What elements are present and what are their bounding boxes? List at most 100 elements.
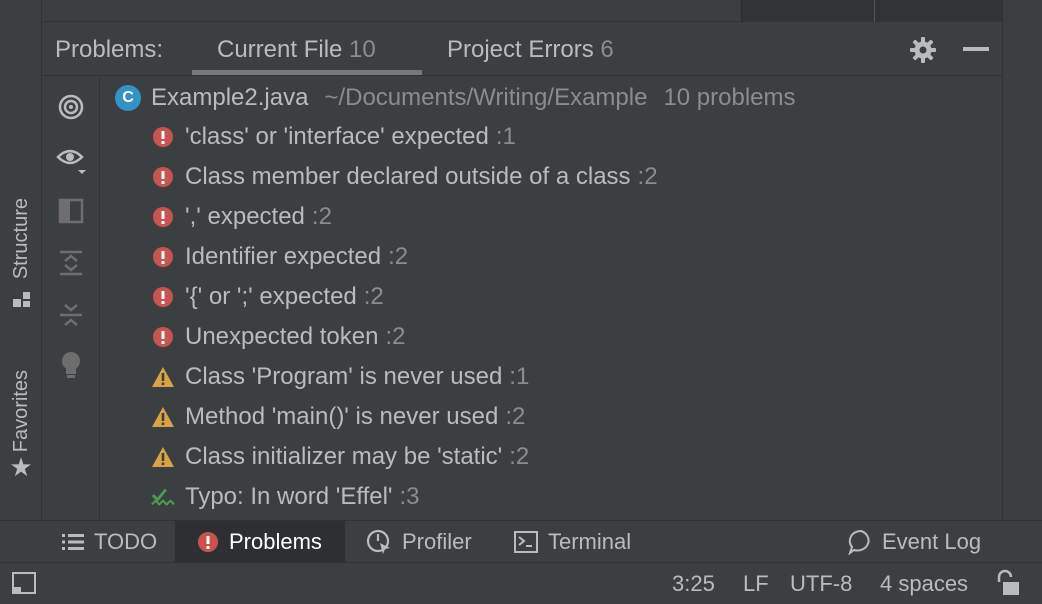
problem-message: Identifier expected: [185, 243, 382, 270]
java-class-icon: C: [115, 85, 141, 111]
error-icon: [151, 325, 175, 349]
event-log-label: Event Log: [882, 528, 982, 554]
problem-message: Unexpected token: [185, 323, 379, 350]
list-icon: [62, 533, 84, 551]
problem-row[interactable]: '{' or ';' expected:2: [151, 277, 384, 317]
problems-title: Problems:: [55, 36, 164, 63]
problem-line-number: :2: [388, 243, 409, 270]
error-icon: [151, 285, 175, 309]
problem-line-number: :2: [363, 283, 384, 310]
structure-tab-label: Structure: [9, 198, 32, 280]
view-options-button[interactable]: [55, 143, 87, 175]
structure-icon: [11, 289, 31, 309]
terminal-label: Terminal: [548, 528, 632, 554]
minimize-icon[interactable]: [963, 47, 989, 51]
target-icon: [58, 94, 84, 120]
problem-message: Class initializer may be 'static': [185, 443, 503, 470]
quick-fix-button[interactable]: [55, 349, 87, 381]
file-problem-count: 10 problems: [663, 84, 796, 111]
editor-top-area: [43, 0, 1002, 22]
error-icon: [197, 531, 219, 553]
file-path: ~/Documents/Writing/Example: [324, 84, 648, 111]
problem-line-number: :2: [637, 163, 658, 190]
active-tab-underline: [192, 70, 422, 75]
problem-row[interactable]: ',' expected:2: [151, 197, 332, 237]
problem-message: ',' expected: [185, 203, 305, 230]
problem-line-number: :2: [509, 443, 530, 470]
problem-row[interactable]: Class initializer may be 'static':2: [151, 437, 529, 477]
todo-label: TODO: [94, 528, 158, 554]
problem-row[interactable]: Class member declared outside of a class…: [151, 157, 658, 197]
caret-position[interactable]: 3:25: [672, 571, 715, 597]
line-separator[interactable]: LF: [743, 571, 769, 597]
expand-all-button[interactable]: [55, 247, 87, 279]
file-encoding[interactable]: UTF-8: [790, 571, 852, 597]
problem-message: Method 'main()' is never used: [185, 403, 499, 430]
preview-button[interactable]: [55, 195, 87, 227]
tab-current-file-label: Current File: [217, 36, 343, 63]
terminal-icon: [514, 530, 538, 553]
problem-row[interactable]: Method 'main()' is never used:2: [151, 397, 525, 437]
file-name: Example2.java: [151, 84, 309, 111]
warning-icon: [151, 445, 175, 469]
problem-line-number: :1: [495, 123, 516, 150]
tab-project-errors-label: Project Errors: [447, 36, 594, 63]
unlock-icon[interactable]: [993, 569, 1021, 597]
expand-all-icon: [60, 250, 82, 276]
autoscroll-button[interactable]: [55, 91, 87, 123]
problem-message: Class member declared outside of a class: [185, 163, 631, 190]
problem-row[interactable]: Class 'Program' is never used:1: [151, 357, 529, 397]
star-icon: ★: [9, 452, 33, 483]
error-icon: [151, 205, 175, 229]
profiler-tool-button[interactable]: Profiler: [366, 521, 472, 562]
tool-window-bar: TODO Problems Profiler Terminal Event Lo…: [0, 520, 1042, 562]
problems-tool-button[interactable]: Problems: [175, 521, 345, 562]
tab-project-errors[interactable]: Project Errors 6: [447, 36, 614, 64]
problem-line-number: :2: [311, 203, 332, 230]
error-icon: [151, 125, 175, 149]
tab-current-file[interactable]: Current File 10: [217, 36, 376, 64]
tab-current-file-count: 10: [349, 36, 376, 63]
problems-toolbar: [43, 77, 100, 520]
problem-message: '{' or ';' expected: [185, 283, 357, 310]
profiler-label: Profiler: [402, 528, 472, 554]
problem-message: 'class' or 'interface' expected: [185, 123, 489, 150]
typo-icon: [151, 485, 175, 509]
lightbulb-icon: [62, 352, 80, 378]
problem-line-number: :2: [505, 403, 526, 430]
problem-row[interactable]: Unexpected token:2: [151, 317, 405, 357]
right-tool-strip: [1002, 0, 1042, 520]
event-log-tool-button[interactable]: Event Log: [848, 521, 981, 562]
problem-message: Class 'Program' is never used: [185, 363, 503, 390]
collapse-all-button[interactable]: [55, 299, 87, 331]
collapse-all-icon: [60, 304, 82, 326]
indent-setting[interactable]: 4 spaces: [880, 571, 968, 597]
error-icon: [151, 245, 175, 269]
problem-message: Typo: In word 'Effel': [185, 483, 393, 510]
problem-line-number: :2: [385, 323, 406, 350]
left-tool-strip: Structure Favorites ★: [0, 0, 42, 520]
eye-icon: [56, 149, 86, 174]
favorites-tool-tab[interactable]: Favorites ★: [0, 370, 42, 480]
editor-scroll-strip: [741, 0, 1002, 22]
status-bar: 3:25 LF UTF-8 4 spaces: [0, 562, 1042, 604]
problem-line-number: :1: [509, 363, 530, 390]
problems-header: Problems: Current File 10 Project Errors…: [43, 22, 1002, 76]
problems-tree: C Example2.java ~/Documents/Writing/Exam…: [101, 77, 1002, 520]
file-node[interactable]: C Example2.java ~/Documents/Writing/Exam…: [115, 83, 796, 113]
preview-pane-icon: [58, 198, 84, 224]
favorites-tab-label: Favorites: [9, 370, 32, 453]
problem-line-number: :3: [399, 483, 420, 510]
problem-row[interactable]: 'class' or 'interface' expected:1: [151, 117, 516, 157]
warning-icon: [151, 405, 175, 429]
speech-bubble-icon: [848, 529, 874, 555]
profiler-icon: [366, 529, 392, 555]
problem-row[interactable]: Typo: In word 'Effel':3: [151, 477, 420, 517]
problem-row[interactable]: Identifier expected:2: [151, 237, 408, 277]
structure-tool-tab[interactable]: Structure: [0, 198, 42, 309]
problems-label: Problems: [229, 528, 322, 554]
gear-icon[interactable]: [909, 36, 937, 64]
tool-windows-toggle-icon[interactable]: [12, 572, 36, 594]
todo-tool-button[interactable]: TODO: [62, 521, 157, 562]
terminal-tool-button[interactable]: Terminal: [514, 521, 631, 562]
